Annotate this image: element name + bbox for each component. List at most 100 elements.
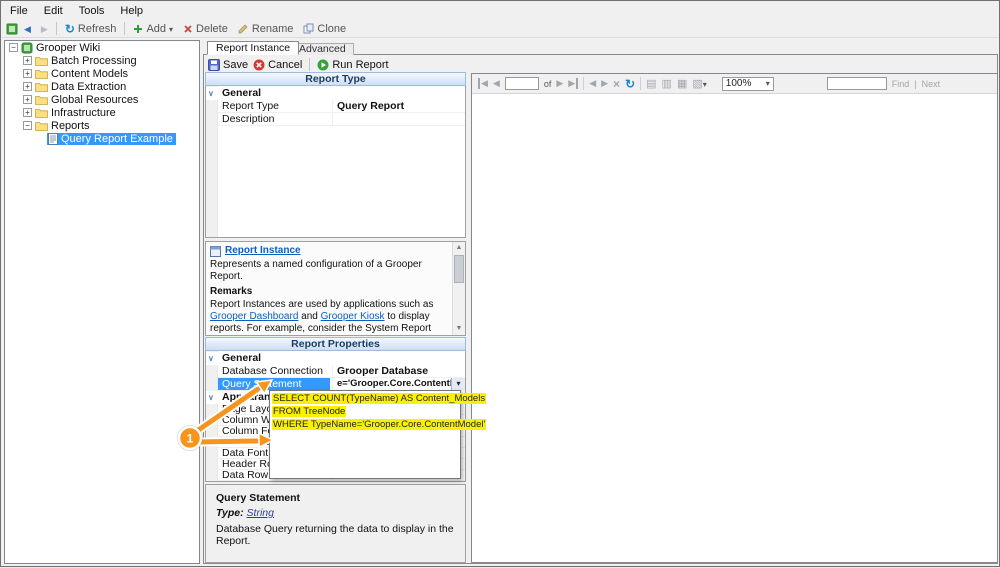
add-label: Add — [146, 23, 166, 35]
menu-edit[interactable]: Edit — [36, 3, 71, 19]
selected-tree-item[interactable]: Query Report Example — [47, 133, 176, 145]
type-value-link[interactable]: String — [247, 507, 274, 519]
find-next-button[interactable]: Next — [922, 79, 941, 89]
expand-icon[interactable] — [23, 95, 32, 104]
tree-row[interactable]: Batch Processing — [5, 54, 199, 67]
category-collapse-icon[interactable] — [208, 391, 214, 404]
property-row[interactable]: Database Connection Grooper Database — [218, 365, 465, 378]
back-button[interactable] — [20, 22, 35, 36]
zoom-select[interactable]: 100% — [722, 77, 774, 91]
previous-page-button[interactable] — [493, 78, 500, 89]
main-toolbar: Refresh Add Delete Rename Clone — [2, 20, 999, 38]
expand-icon[interactable] — [23, 56, 32, 65]
viewer-back-button[interactable] — [589, 78, 596, 89]
category-collapse-icon[interactable] — [208, 87, 214, 100]
tree-row[interactable]: Reports — [5, 119, 199, 132]
category-collapse-icon[interactable] — [208, 352, 214, 365]
expand-icon[interactable] — [23, 82, 32, 91]
folder-icon — [35, 56, 48, 66]
forward-icon — [41, 23, 48, 35]
zoom-dropdown-icon — [766, 78, 770, 89]
back-icon — [24, 23, 31, 35]
save-button[interactable]: Save — [208, 59, 248, 71]
tab-advanced[interactable]: Advanced — [291, 43, 354, 55]
expand-icon[interactable] — [23, 108, 32, 117]
run-icon — [317, 59, 329, 71]
property-value[interactable]: Grooper Database — [332, 365, 465, 377]
menu-help[interactable]: Help — [112, 3, 151, 19]
export-icon — [692, 79, 702, 89]
tree-item-grooper-wiki[interactable]: Grooper Wiki — [36, 42, 100, 54]
scroll-down-icon[interactable] — [453, 323, 465, 335]
menu-file[interactable]: File — [2, 3, 36, 19]
category-general[interactable]: General — [206, 87, 465, 100]
export-button[interactable] — [692, 77, 706, 90]
first-page-button[interactable] — [478, 78, 488, 89]
page-number-input[interactable] — [505, 77, 539, 90]
sql-line: SELECT COUNT(TypeName) AS Content_Models — [272, 393, 486, 404]
delete-button[interactable]: Delete — [179, 22, 232, 36]
find-input[interactable] — [827, 77, 887, 90]
grooper-kiosk-link[interactable]: Grooper Kiosk — [321, 311, 385, 322]
property-row[interactable]: Report Type Query Report — [218, 100, 465, 113]
remarks-paragraph: Report Instances are used by application… — [210, 299, 449, 336]
query-statement-value[interactable]: e='Grooper.Core.ContentModel' — [332, 378, 465, 390]
tree-row[interactable]: Content Models — [5, 67, 199, 80]
tree-item-content-models[interactable]: Content Models — [51, 68, 128, 80]
add-button[interactable]: Add — [129, 22, 177, 36]
scroll-up-icon[interactable] — [453, 242, 465, 254]
cancel-button[interactable]: Cancel — [253, 59, 302, 71]
tree-row[interactable]: Infrastructure — [5, 106, 199, 119]
run-report-button[interactable]: Run Report — [317, 59, 388, 71]
scrollbar-thumb[interactable] — [454, 255, 464, 283]
rename-button[interactable]: Rename — [234, 22, 298, 36]
property-value[interactable]: Query Report — [332, 100, 465, 112]
tree-sync-icon[interactable] — [6, 23, 18, 35]
add-dropdown-icon — [169, 23, 173, 35]
report-type-grid: General Report Type Query Report Descrip… — [205, 86, 466, 238]
tree-item-query-report-example[interactable]: Query Report Example — [61, 133, 173, 145]
find-button[interactable]: Find — [892, 79, 910, 89]
report-instance-link[interactable]: Report Instance — [225, 245, 301, 257]
tree-item-batch-processing[interactable]: Batch Processing — [51, 55, 137, 67]
tab-report-instance[interactable]: Report Instance — [207, 41, 299, 55]
query-statement-label[interactable]: Query Statement — [218, 378, 330, 390]
tree-item-infrastructure[interactable]: Infrastructure — [51, 107, 116, 119]
property-row[interactable]: Description — [218, 113, 465, 126]
query-statement-dropdown-button[interactable] — [451, 378, 465, 390]
remarks-text: Report Instances are used by application… — [210, 299, 433, 310]
viewer-forward-button[interactable] — [601, 78, 608, 89]
tree-row[interactable]: Grooper Wiki — [5, 41, 199, 54]
grooper-dashboard-link[interactable]: Grooper Dashboard — [210, 311, 298, 322]
page-setup-button[interactable] — [677, 77, 687, 90]
menu-tools[interactable]: Tools — [71, 3, 113, 19]
help-scrollbar[interactable] — [452, 242, 465, 335]
print-button[interactable] — [646, 77, 656, 90]
report-type-header: Report Type — [205, 72, 466, 86]
tree-item-reports[interactable]: Reports — [51, 120, 90, 132]
tree-item-global-resources[interactable]: Global Resources — [51, 94, 138, 106]
viewer-refresh-button[interactable] — [625, 77, 635, 91]
forward-button[interactable] — [37, 22, 52, 36]
next-page-button[interactable] — [556, 78, 563, 89]
action-toolbar: Save Cancel Run Report — [208, 57, 389, 72]
clone-button[interactable]: Clone — [299, 22, 350, 36]
property-value[interactable] — [332, 113, 465, 125]
tree-row[interactable]: Data Extraction — [5, 80, 199, 93]
query-statement-editor-popup[interactable]: SELECT COUNT(TypeName) AS Content_Models… — [269, 390, 461, 479]
print-layout-button[interactable] — [662, 77, 672, 90]
category-general[interactable]: General — [206, 352, 465, 365]
refresh-button[interactable]: Refresh — [61, 21, 121, 37]
last-page-button[interactable] — [568, 78, 578, 89]
tree-item-data-extraction[interactable]: Data Extraction — [51, 81, 126, 93]
save-label: Save — [223, 59, 248, 71]
tree-row[interactable]: Global Resources — [5, 93, 199, 106]
of-label: of — [544, 79, 552, 89]
expand-icon[interactable] — [23, 69, 32, 78]
collapse-icon[interactable] — [23, 121, 32, 130]
remarks-heading: Remarks — [210, 286, 449, 298]
stop-button[interactable] — [613, 77, 620, 91]
toolbar-separator — [583, 77, 584, 90]
tree-row-selected[interactable]: Query Report Example — [5, 132, 199, 145]
collapse-icon[interactable] — [9, 43, 18, 52]
